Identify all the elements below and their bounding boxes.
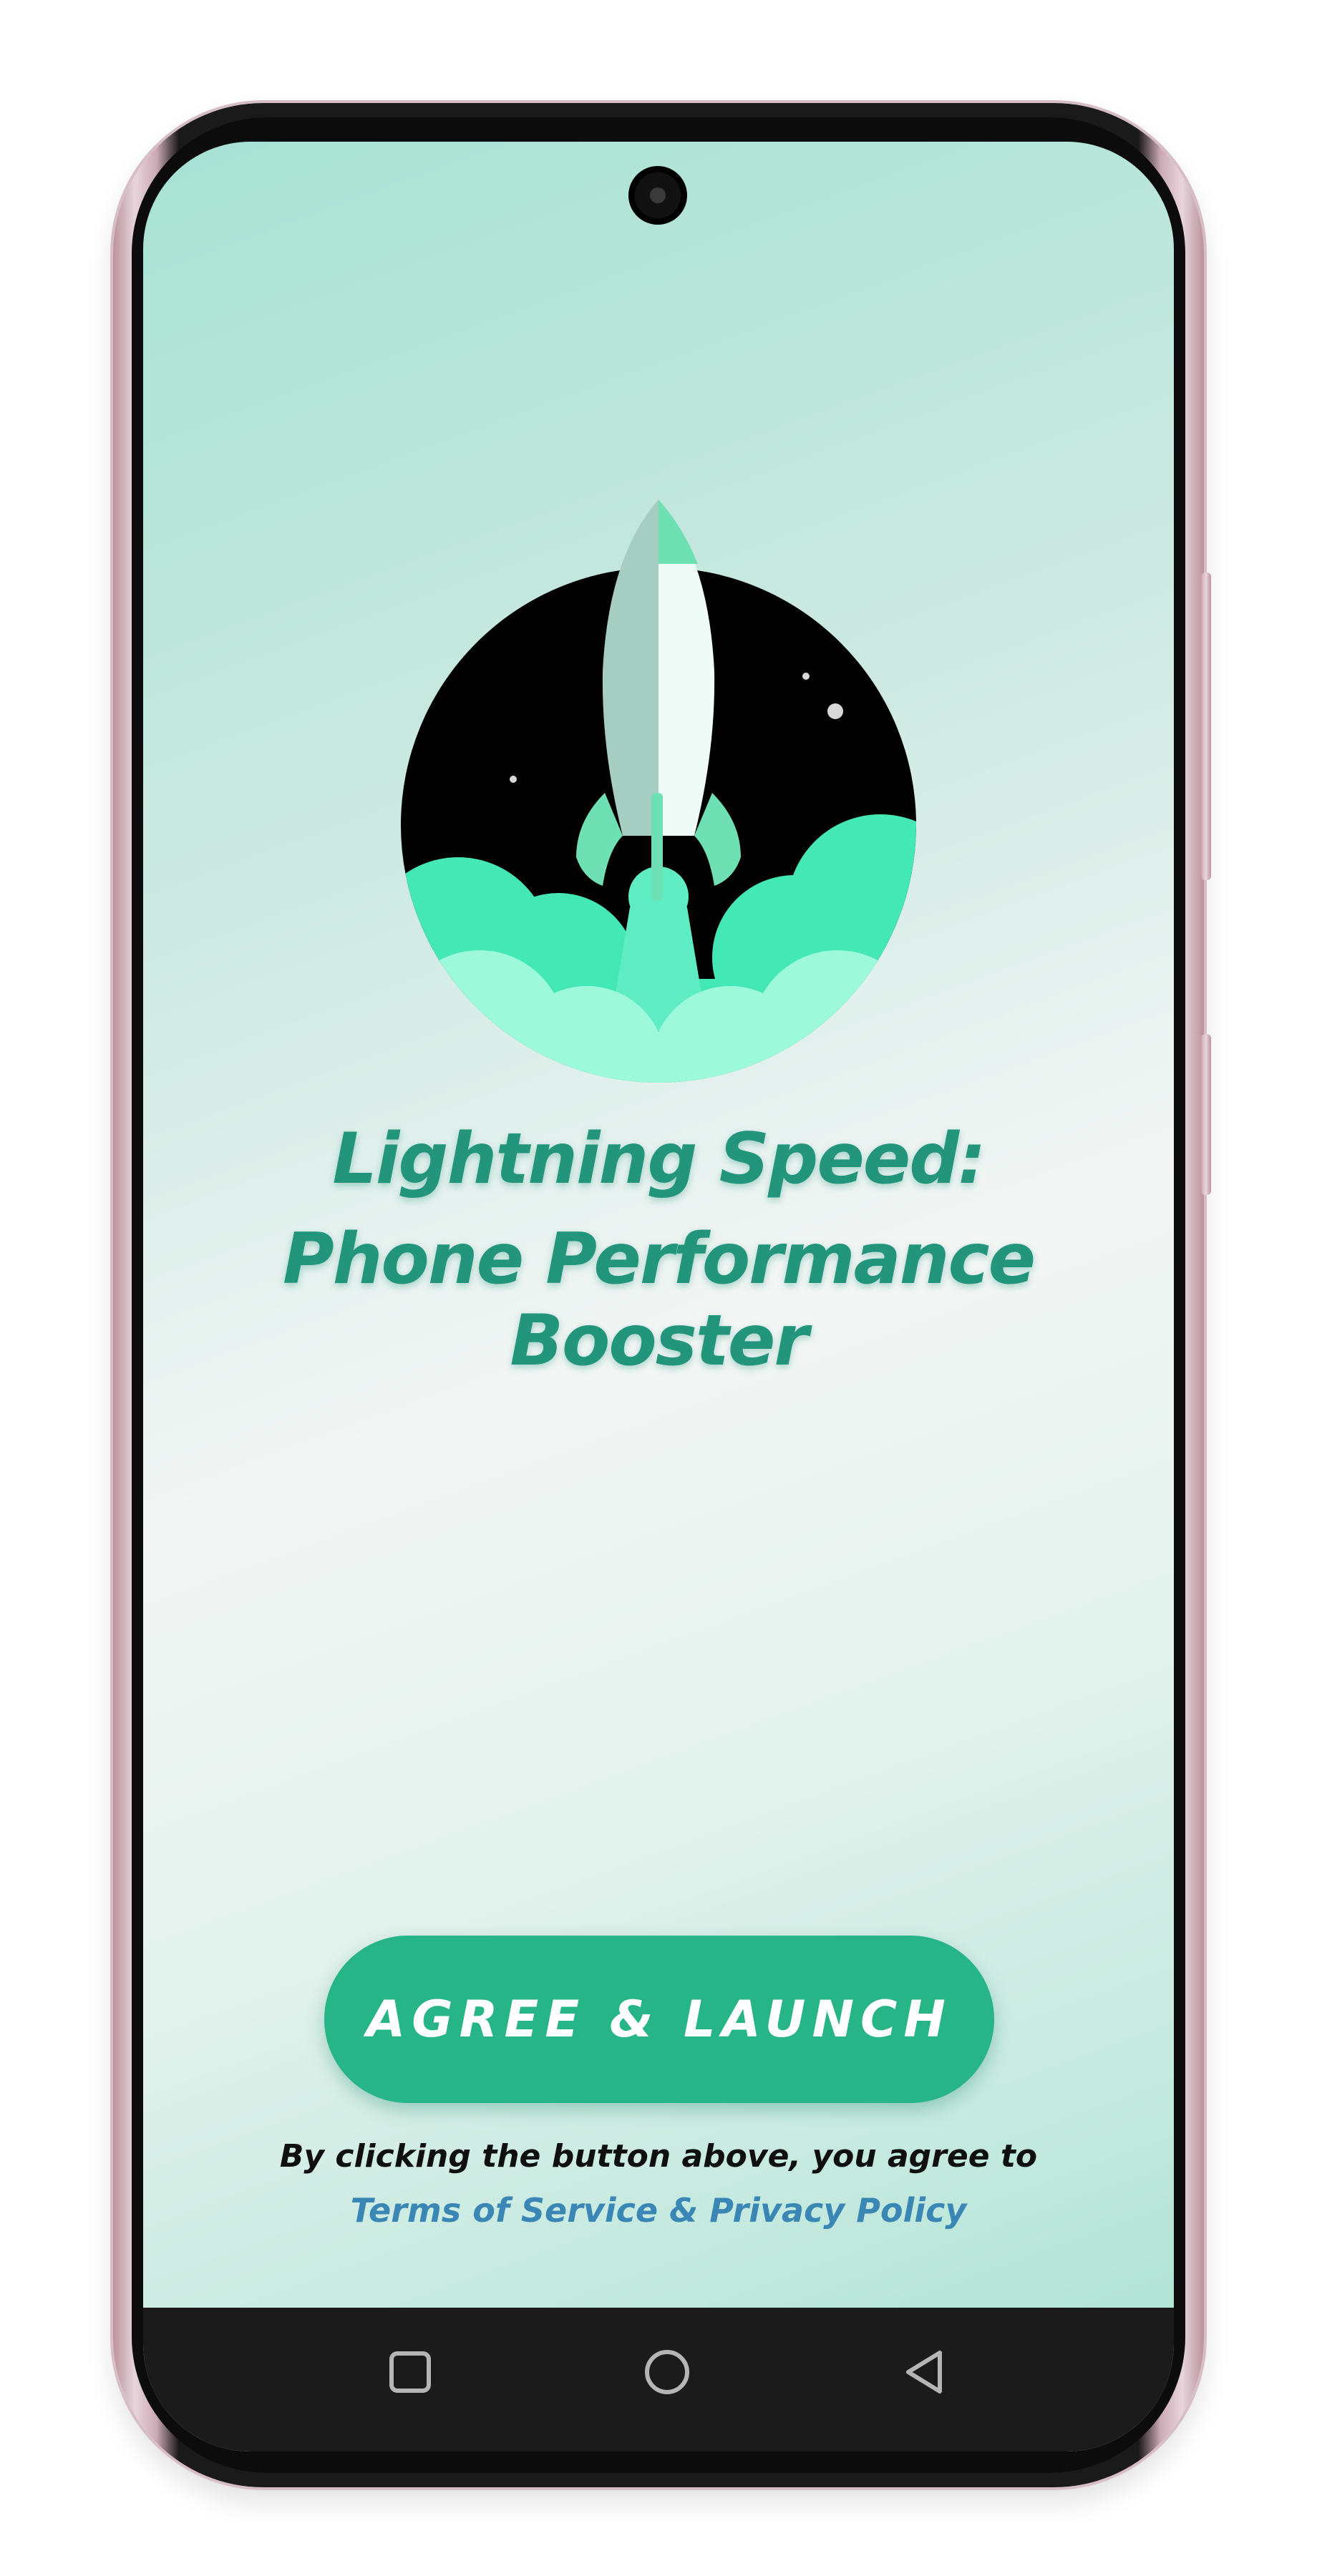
home-button[interactable] xyxy=(635,2340,699,2404)
headline-line-2: Phone Performance Booster xyxy=(282,1219,1036,1382)
app-screen: Lightning Speed: Phone Performance Boost… xyxy=(143,142,1174,2451)
agree-and-launch-button[interactable]: AGREE & LAUNCH xyxy=(324,1936,994,2103)
front-camera xyxy=(628,166,687,225)
terms-privacy-link[interactable]: Terms of Service & Privacy Policy xyxy=(143,2191,1174,2230)
star xyxy=(802,673,810,680)
system-navigation-bar xyxy=(143,2308,1174,2451)
rocket-stripe xyxy=(651,793,663,900)
volume-button xyxy=(1201,572,1211,880)
back-button[interactable] xyxy=(893,2340,957,2404)
rocket-nose xyxy=(658,499,698,564)
recents-button[interactable] xyxy=(378,2340,442,2404)
square-recents-icon xyxy=(389,2351,431,2393)
star xyxy=(827,703,843,719)
power-button xyxy=(1201,1034,1211,1195)
triangle-back-icon xyxy=(906,2351,942,2394)
star xyxy=(510,776,517,783)
agree-and-launch-label: AGREE & LAUNCH xyxy=(366,1990,952,2049)
page: Lightning Speed: Phone Performance Boost… xyxy=(0,0,1317,2576)
circle-home-icon xyxy=(645,2350,689,2394)
headline-line-1: Lightning Speed: xyxy=(332,1118,986,1200)
rocket-launch-illustration xyxy=(401,499,916,1083)
consent-text: By clicking the button above, you agree … xyxy=(279,2138,1038,2175)
